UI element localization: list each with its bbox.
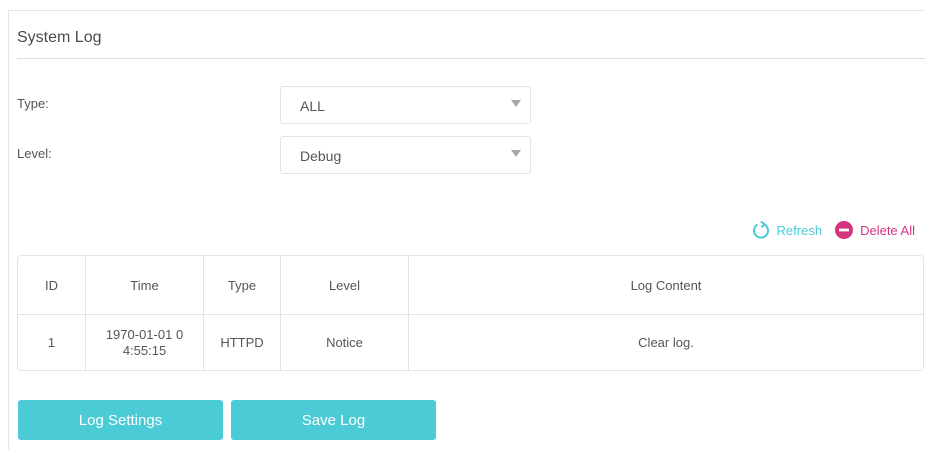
cell-log-content: Clear log. <box>638 334 694 350</box>
cell-id: 1 <box>18 315 86 370</box>
level-select[interactable]: Debug <box>280 136 531 174</box>
minus-circle-icon <box>835 221 854 239</box>
level-select-value: Debug <box>300 148 342 164</box>
title-divider <box>17 58 925 59</box>
column-header-type: Type <box>204 256 281 315</box>
refresh-button[interactable]: Refresh <box>751 220 823 240</box>
type-select-value: ALL <box>300 98 325 114</box>
section-title: System Log <box>17 29 102 46</box>
log-actions: Refresh Delete All <box>751 220 915 240</box>
column-header-time: Time <box>86 256 204 315</box>
delete-all-label: Delete All <box>860 222 915 238</box>
type-select[interactable]: ALL <box>280 86 531 124</box>
cell-time-line1: 1970-01-01 0 <box>105 326 184 342</box>
type-label: Type: <box>17 96 49 111</box>
level-label: Level: <box>17 146 52 161</box>
panel-top-border <box>8 10 925 11</box>
cell-type: HTTPD <box>204 315 281 370</box>
table-header-row: ID Time Type Level Log Content <box>18 256 923 315</box>
log-table: ID Time Type Level Log Content 1 1970-01… <box>17 255 924 371</box>
column-header-level: Level <box>281 256 409 315</box>
cell-time: 1970-01-01 0 4:55:15 <box>86 315 204 370</box>
delete-all-button[interactable]: Delete All <box>834 220 915 240</box>
refresh-label: Refresh <box>776 222 823 238</box>
column-header-log-content: Log Content <box>409 256 923 315</box>
system-log-page: System Log Type: ALL Level: Debug Refres… <box>0 0 925 450</box>
refresh-icon <box>752 220 769 239</box>
log-settings-button[interactable]: Log Settings <box>18 400 223 440</box>
cell-time-line2: 4:55:15 <box>122 342 167 358</box>
table-row: 1 1970-01-01 0 4:55:15 HTTPD Notice Clea… <box>18 315 923 370</box>
chevron-down-icon <box>511 150 521 157</box>
panel-left-border <box>8 10 9 450</box>
column-header-id: ID <box>18 256 86 315</box>
save-log-button[interactable]: Save Log <box>231 400 436 440</box>
chevron-down-icon <box>511 100 521 107</box>
cell-level: Notice <box>281 315 409 370</box>
